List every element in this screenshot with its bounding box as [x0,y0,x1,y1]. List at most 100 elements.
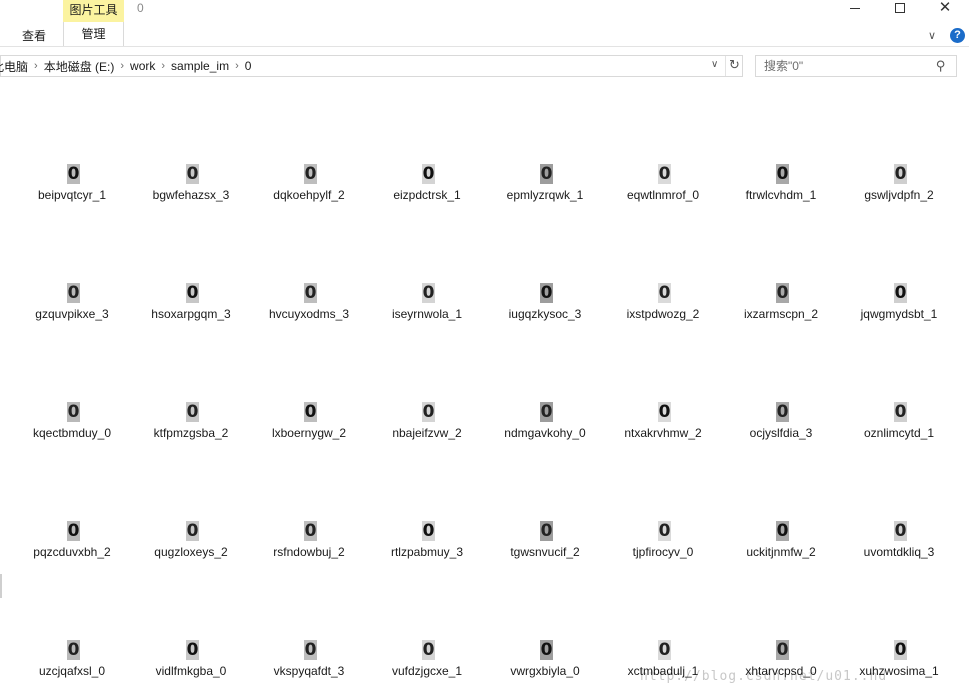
file-item[interactable]: 0 oznlimcytd_1 [840,402,958,462]
file-item[interactable]: 0 vkspyqafdt_3 [250,640,368,697]
image-thumbnail: 0 [894,164,907,184]
file-item[interactable]: 0 hvcuyxodms_3 [250,283,368,343]
file-item[interactable]: 0 uvomtdkliq_3 [840,521,958,581]
close-button[interactable]: ✕ [922,0,968,16]
file-name: hvcuyxodms_3 [268,307,350,321]
file-item[interactable]: 0 iseyrnwola_1 [368,283,486,343]
breadcrumb-work[interactable]: work [124,59,161,73]
file-name: uckitjnmfw_2 [746,545,816,559]
file-item[interactable]: 0 ndmgavkohy_0 [486,402,604,462]
image-thumbnail: 0 [67,164,80,184]
file-item[interactable]: 0 bgwfehazsx_3 [132,164,250,224]
file-item[interactable]: 0 tgwsnvucif_2 [486,521,604,581]
search-input[interactable] [756,56,926,76]
file-name: ndmgavkohy_0 [504,426,586,440]
file-item[interactable]: 0 dqkoehpylf_2 [250,164,368,224]
file-name: dqkoehpylf_2 [273,188,345,202]
image-thumbnail: 0 [422,640,435,660]
thumbnail-digit: 0 [304,520,317,541]
thumbnail-digit: 0 [304,163,317,184]
thumbnail-digit: 0 [422,639,435,660]
thumbnail-digit: 0 [186,163,199,184]
file-item[interactable]: 0 gswljvdpfn_2 [840,164,958,224]
file-item[interactable]: 0 tjpfirocyv_0 [604,521,722,581]
thumbnail-digit: 0 [67,401,80,422]
file-item[interactable]: 0 epmlyzrqwk_1 [486,164,604,224]
breadcrumb-drive-e[interactable]: 本地磁盘 (E:) [38,58,121,75]
file-item[interactable]: 0 kqectbmduy_0 [13,402,131,462]
search-box[interactable]: ⚲ [755,55,957,77]
file-item[interactable]: 0 xhtarvcpsd_0 [722,640,840,697]
file-item[interactable]: 0 ftrwlcvhdm_1 [722,164,840,224]
file-name: gswljvdpfn_2 [864,188,934,202]
file-item[interactable]: 0 eqwtlnmrof_0 [604,164,722,224]
file-item[interactable]: 0 vufdzjgcxe_1 [368,640,486,697]
file-name: eqwtlnmrof_0 [626,188,700,202]
thumbnail-digit: 0 [67,520,80,541]
minimize-icon [850,7,860,9]
thumbnail-digit: 0 [540,282,553,303]
help-icon[interactable]: ? [950,28,965,43]
window-title: 0 [137,1,144,15]
thumbnail-digit: 0 [186,401,199,422]
file-name: ixzarmscpn_2 [743,307,819,321]
thumbnail-digit: 0 [776,163,789,184]
file-name: xuhzwosima_1 [859,664,939,678]
tab-manage[interactable]: 管理 [63,22,124,47]
thumbnail-digit: 0 [776,639,789,660]
image-thumbnail: 0 [186,164,199,184]
file-item[interactable]: 0 ktfpmzgsba_2 [132,402,250,462]
file-item[interactable]: 0 nbajeifzvw_2 [368,402,486,462]
minimize-button[interactable] [832,0,878,16]
file-item[interactable]: 0 qugzloxeys_2 [132,521,250,581]
breadcrumb-sample-im[interactable]: sample_im [165,59,235,73]
tab-view[interactable]: 查看 [22,27,46,44]
file-name: hsoxarpgqm_3 [151,307,231,321]
file-list[interactable]: http://blog.csdn.net/u01..nd 0 beipvqtcyr… [0,84,969,697]
file-item[interactable]: 0 lxboernygw_2 [250,402,368,462]
file-item[interactable]: 0 eizpdctrsk_1 [368,164,486,224]
thumbnail-digit: 0 [776,520,789,541]
file-item[interactable]: 0 ntxakrvhmw_2 [604,402,722,462]
breadcrumb: 此电脑 › 本地磁盘 (E:) › work › sample_im › 0 [0,56,258,76]
file-item[interactable]: 0 vwrgxbiyla_0 [486,640,604,697]
file-item[interactable]: 0 gzquvpikxe_3 [13,283,131,343]
image-thumbnail: 0 [186,283,199,303]
file-item[interactable]: 0 ocjyslfdia_3 [722,402,840,462]
file-item[interactable]: 0 pqzcduvxbh_2 [13,521,131,581]
address-history-dropdown-icon[interactable]: ∨ [711,59,718,70]
thumbnail-digit: 0 [776,282,789,303]
chevron-down-icon[interactable]: ∨ [928,29,936,42]
file-item[interactable]: 0 vidlfmkgba_0 [132,640,250,697]
file-item[interactable]: 0 beipvqtcyr_1 [13,164,131,224]
file-item[interactable]: 0 uzcjqafxsl_0 [13,640,131,697]
file-name: nbajeifzvw_2 [392,426,462,440]
file-item[interactable]: 0 ixzarmscpn_2 [722,283,840,343]
refresh-icon[interactable]: ↻ [729,57,740,73]
file-item[interactable]: 0 jqwgmydsbt_1 [840,283,958,343]
breadcrumb-this-pc[interactable]: 此电脑 [0,58,34,75]
file-item[interactable]: 0 uckitjnmfw_2 [722,521,840,581]
file-item[interactable]: 0 rsfndowbuj_2 [250,521,368,581]
file-item[interactable]: 0 ixstpdwozg_2 [604,283,722,343]
file-item[interactable]: 0 xctmbadulj_1 [604,640,722,697]
thumbnail-digit: 0 [422,163,435,184]
thumbnail-digit: 0 [186,282,199,303]
address-bar[interactable]: 此电脑 › 本地磁盘 (E:) › work › sample_im › 0 ∨… [0,55,743,77]
image-thumbnail: 0 [658,640,671,660]
image-thumbnail: 0 [422,283,435,303]
file-name: ixstpdwozg_2 [626,307,700,321]
image-thumbnail: 0 [540,164,553,184]
file-name: eizpdctrsk_1 [393,188,461,202]
file-item[interactable]: 0 xuhzwosima_1 [840,640,958,697]
file-item[interactable]: 0 rtlzpabmuy_3 [368,521,486,581]
image-thumbnail: 0 [776,640,789,660]
file-item[interactable]: 0 iugqzkysoc_3 [486,283,604,343]
file-name: jqwgmydsbt_1 [860,307,938,321]
search-icon[interactable]: ⚲ [936,58,946,74]
file-item[interactable]: 0 hsoxarpgqm_3 [132,283,250,343]
maximize-button[interactable] [877,0,923,16]
breadcrumb-current-folder[interactable]: 0 [239,59,258,73]
file-name: iugqzkysoc_3 [508,307,582,321]
thumbnail-digit: 0 [304,639,317,660]
